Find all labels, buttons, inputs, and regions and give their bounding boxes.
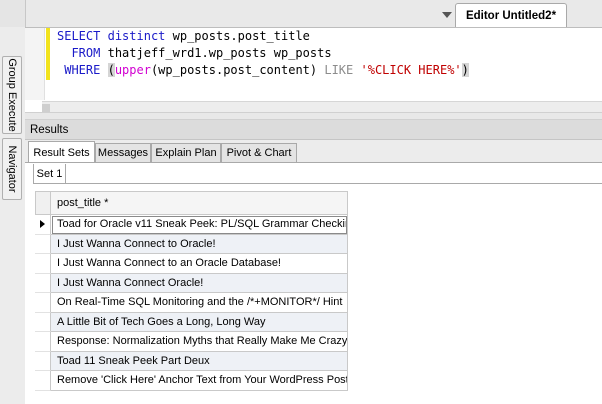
corner-panel (0, 0, 26, 27)
sidebar-tab-group-execute[interactable]: Group Execute (2, 56, 22, 134)
keyword-from: FROM (71, 46, 101, 60)
editor-gutter (25, 28, 45, 100)
post-title-cell[interactable]: Toad for Oracle v11 Sneak Peek: PL/SQL G… (51, 215, 348, 235)
code-line-3: WHERE (upper(wp_posts.post_content) LIKE… (57, 62, 469, 79)
row-indicator (35, 273, 51, 293)
table-row[interactable]: A Little Bit of Tech Goes a Long, Long W… (35, 312, 348, 332)
post-title-cell[interactable]: I Just Wanna Connect to Oracle! (51, 234, 348, 254)
grid-header: post_title * (35, 191, 348, 215)
tab-set-1-label: Set 1 (36, 167, 63, 180)
from-table: thatjeff_wrd1.wp_posts wp_posts (107, 46, 332, 60)
column-header-post-title[interactable]: post_title * (51, 191, 348, 215)
post-title-cell[interactable]: Toad 11 Sneak Peek Part Deux (51, 351, 348, 371)
tab-pivot-chart-label: Pivot & Chart (226, 147, 292, 159)
scrollbar-thumb[interactable] (42, 104, 50, 112)
editor-tab-label: Editor Untitled2* (465, 9, 557, 22)
row-indicator (35, 332, 51, 352)
code-line-2: FROM thatjeff_wrd1.wp_posts wp_posts (57, 45, 469, 62)
open-paren: ( (107, 63, 115, 77)
set-tab-divider (66, 183, 602, 184)
tab-explain-plan-label: Explain Plan (155, 147, 217, 159)
keyword-distinct: distinct (107, 29, 166, 43)
tab-messages[interactable]: Messages (95, 143, 151, 162)
like-pattern-string: '%CLICK HERE%' (360, 63, 462, 77)
tab-pivot-chart[interactable]: Pivot & Chart (221, 143, 297, 162)
row-indicator-header (35, 191, 51, 215)
tab-result-sets-label: Result Sets (33, 146, 90, 159)
keyword-select: SELECT (57, 29, 101, 43)
operator-like: LIKE (324, 63, 354, 77)
results-panel-header: Results (25, 120, 602, 140)
result-sets-content: Set 1 post_title * Toad for Oracle v11 S… (25, 162, 602, 404)
left-sidebar: Group Execute Navigator (0, 27, 26, 404)
row-indicator (35, 312, 51, 332)
sql-code[interactable]: SELECT distinct wp_posts.post_title FROM… (57, 28, 469, 79)
post-title-cell[interactable]: Response: Normalization Myths that Reall… (51, 332, 348, 352)
tab-messages-label: Messages (97, 147, 149, 159)
table-row[interactable]: On Real-Time SQL Monitoring and the /*+M… (35, 293, 348, 313)
editor-tab-strip: Editor Untitled2* (0, 0, 602, 28)
navigator-label: Navigator (6, 145, 18, 193)
column-header-label: post_title * (57, 197, 109, 209)
table-row[interactable]: Toad 11 Sneak Peek Part Deux (35, 351, 348, 371)
post-title-cell[interactable]: I Just Wanna Connect Oracle! (51, 273, 348, 293)
modified-lines-marker (46, 28, 50, 80)
table-row[interactable]: I Just Wanna Connect Oracle! (35, 273, 348, 293)
row-indicator (35, 351, 51, 371)
row-indicator (35, 293, 51, 313)
table-row[interactable]: Toad for Oracle v11 Sneak Peek: PL/SQL G… (35, 215, 348, 235)
close-paren: ) (461, 63, 469, 77)
grid-rows: Toad for Oracle v11 Sneak Peek: PL/SQL G… (35, 215, 348, 391)
editor-results-splitter[interactable] (25, 112, 602, 120)
select-column: wp_posts.post_title (172, 29, 310, 43)
tab-set-1[interactable]: Set 1 (33, 164, 66, 184)
tab-result-sets[interactable]: Result Sets (28, 141, 95, 163)
row-indicator (35, 215, 51, 235)
row-indicator (35, 254, 51, 274)
upper-argument: (wp_posts.post_content) (150, 63, 318, 77)
tab-editor-untitled2[interactable]: Editor Untitled2* (455, 3, 567, 27)
post-title-cell[interactable]: A Little Bit of Tech Goes a Long, Long W… (51, 312, 348, 332)
tab-explain-plan[interactable]: Explain Plan (151, 143, 221, 162)
toad-editor-window: Editor Untitled2* Group Execute Navigato… (0, 0, 602, 404)
code-line-1: SELECT distinct wp_posts.post_title (57, 28, 469, 45)
sql-editor[interactable]: SELECT distinct wp_posts.post_title FROM… (25, 28, 602, 114)
tab-list-dropdown-icon[interactable] (442, 12, 452, 18)
table-row[interactable]: Response: Normalization Myths that Reall… (35, 332, 348, 352)
group-execute-label: Group Execute (6, 58, 18, 132)
row-indicator (35, 371, 51, 391)
results-tab-bar: Result Sets Messages Explain Plan Pivot … (25, 140, 602, 163)
keyword-where: WHERE (64, 63, 101, 77)
sidebar-tab-navigator[interactable]: Navigator (2, 138, 22, 200)
function-upper: upper (114, 63, 151, 77)
row-indicator (35, 234, 51, 254)
current-row-arrow-icon (40, 220, 45, 228)
table-row[interactable]: I Just Wanna Connect to Oracle! (35, 234, 348, 254)
post-title-cell[interactable]: Remove 'Click Here' Anchor Text from You… (51, 371, 348, 391)
post-title-cell[interactable]: I Just Wanna Connect to an Oracle Databa… (51, 254, 348, 274)
table-row[interactable]: I Just Wanna Connect to an Oracle Databa… (35, 254, 348, 274)
table-row[interactable]: Remove 'Click Here' Anchor Text from You… (35, 371, 348, 391)
results-title: Results (30, 123, 69, 136)
post-title-cell[interactable]: On Real-Time SQL Monitoring and the /*+M… (51, 293, 348, 313)
